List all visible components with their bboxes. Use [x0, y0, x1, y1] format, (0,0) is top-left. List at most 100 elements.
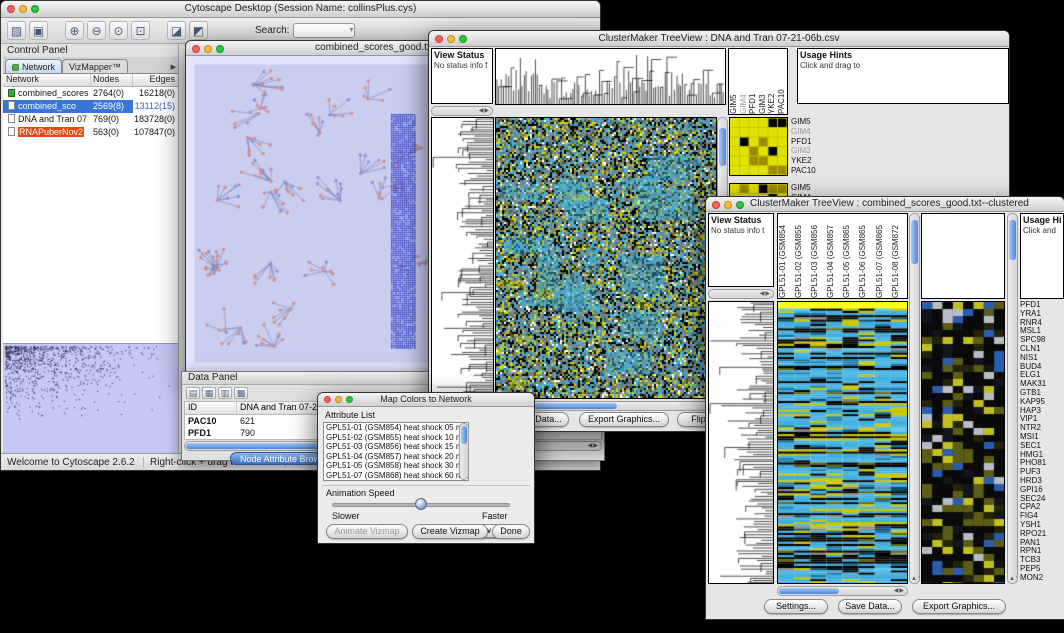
scrollbar-arrows-icon[interactable]: ◀▶: [588, 443, 599, 450]
scrollbar-thumb[interactable]: [779, 588, 839, 594]
vizmapper-icon[interactable]: ◩: [189, 21, 208, 40]
heatmap-panel[interactable]: [777, 301, 908, 584]
column-label[interactable]: GPL51-07 (GSM865: [875, 214, 891, 298]
settings-button[interactable]: Settings...: [764, 599, 828, 614]
slider-thumb[interactable]: [415, 498, 427, 510]
scrollbar-thumb[interactable]: [461, 426, 467, 444]
zoom-button[interactable]: [346, 396, 353, 403]
column-label[interactable]: GPL51-06 (GSM865: [858, 214, 874, 298]
attribute-item[interactable]: GPL51-01 (GSM854) heat shock 05 min: [324, 423, 468, 433]
list-vscrollbar[interactable]: [459, 423, 469, 480]
heatmap-panel[interactable]: [495, 117, 717, 399]
minimize-button[interactable]: [447, 35, 455, 43]
close-button[interactable]: [435, 35, 443, 43]
attribute-item[interactable]: GPL51-05 (GSM858) heat shock 30 min: [324, 461, 468, 471]
heatmap-vscrollbar[interactable]: ▲▼: [909, 213, 920, 584]
gene-label[interactable]: GIM5: [791, 183, 816, 193]
close-button[interactable]: [7, 5, 15, 13]
column-label[interactable]: GPL51-03 (GSM856: [810, 214, 826, 298]
attribute-grid-icon[interactable]: ▦: [202, 387, 216, 399]
zoom-in-icon[interactable]: ⊕: [65, 21, 84, 40]
gene-label[interactable]: PAC10: [791, 166, 816, 176]
column-label[interactable]: YKE2: [767, 49, 777, 114]
attribute-item[interactable]: GPL51-03 (GSM856) heat shock 15 min: [324, 442, 468, 452]
header-id[interactable]: ID: [185, 402, 237, 414]
minimize-button[interactable]: [19, 5, 27, 13]
attribute-list[interactable]: GPL51-01 (GSM854) heat shock 05 minGPL51…: [323, 422, 469, 481]
export-graphics-button[interactable]: Export Graphics...: [912, 599, 1006, 614]
zoom-fit-icon[interactable]: ⊡: [131, 21, 150, 40]
column-label[interactable]: GPL51-02 (GSM855: [794, 214, 810, 298]
attribute-item[interactable]: GPL51-02 (GSM855) heat shock 10 min: [324, 433, 468, 443]
column-label[interactable]: GIM4: [739, 49, 749, 114]
done-button[interactable]: Done: [492, 524, 530, 539]
scrollbar-arrows-icon[interactable]: ▲▼: [1009, 576, 1018, 582]
secondary-heatmap-panel[interactable]: [921, 301, 1005, 584]
save-data-button[interactable]: Save Data...: [838, 599, 902, 614]
network-table-row[interactable]: combined_scores 2764(0) 16218(0): [3, 87, 178, 100]
status-hscrollbar[interactable]: ◀▶: [431, 106, 493, 116]
correlation-matrix-1[interactable]: [729, 117, 788, 176]
dialog-titlebar[interactable]: Map Colors to Network: [318, 393, 534, 407]
tab-network[interactable]: Network: [5, 59, 62, 73]
close-button[interactable]: [192, 45, 200, 53]
attribute-matrix-icon[interactable]: ▥: [218, 387, 232, 399]
gene-label[interactable]: GIM5: [791, 117, 816, 127]
header-network[interactable]: Network: [3, 74, 91, 86]
heatmap-hscrollbar[interactable]: ◀▶: [777, 586, 908, 596]
tab-overflow-arrow-icon[interactable]: ▶: [171, 63, 176, 71]
close-button[interactable]: [324, 396, 331, 403]
column-label[interactable]: GIM5: [729, 49, 739, 114]
secondary-vscrollbar[interactable]: ▲▼: [1007, 213, 1018, 584]
network-table-row[interactable]: RNAPuberNov2 563(0) 107847(0): [3, 126, 178, 139]
gene-label[interactable]: PFD1: [791, 137, 816, 147]
search-input[interactable]: ▾: [293, 23, 355, 38]
scrollbar-thumb[interactable]: [911, 220, 918, 264]
minimize-button[interactable]: [724, 201, 732, 209]
zoom-button[interactable]: [216, 45, 224, 53]
status-hscrollbar[interactable]: ◀▶: [708, 289, 774, 299]
column-label[interactable]: PFD1: [748, 49, 758, 114]
attribute-select-icon[interactable]: ▤: [186, 387, 200, 399]
main-titlebar[interactable]: Cytoscape Desktop (Session Name: collins…: [1, 1, 600, 18]
scrollbar-arrows-icon[interactable]: ◀▶: [760, 291, 771, 298]
zoom-button[interactable]: [31, 5, 39, 13]
gene-label[interactable]: GIM3: [791, 146, 816, 156]
treeview-combined-titlebar[interactable]: ClusterMaker TreeView : combined_scores_…: [706, 197, 1064, 212]
network-table-row[interactable]: combined_sco 2569(8) 13112(15): [3, 100, 178, 113]
animate-vizmap-button[interactable]: Animate Vizmap: [326, 524, 408, 539]
column-dendrogram[interactable]: [495, 48, 726, 105]
header-edges[interactable]: Edges: [133, 74, 178, 86]
row-dendrogram[interactable]: [708, 301, 774, 584]
column-label[interactable]: GPL51-05 (GSM865: [842, 214, 858, 298]
minimize-button[interactable]: [204, 45, 212, 53]
save-session-icon[interactable]: ▣: [29, 21, 48, 40]
scrollbar-thumb[interactable]: [719, 128, 726, 166]
import-attributes-icon[interactable]: ▩: [234, 387, 248, 399]
column-label[interactable]: GPL51-04 (GSM857: [826, 214, 842, 298]
create-vizmap-button[interactable]: Create Vizmap: [412, 524, 488, 539]
export-graphics-button[interactable]: Export Graphics...: [579, 412, 669, 427]
column-label[interactable]: GIM3: [758, 49, 768, 114]
gene-label[interactable]: YKE2: [791, 156, 816, 166]
attribute-item[interactable]: GPL51-07 (GSM868) heat shock 60 min: [324, 471, 468, 481]
annotation-icon[interactable]: ◪: [167, 21, 186, 40]
zoom-selected-icon[interactable]: ⊙: [109, 21, 128, 40]
gene-label[interactable]: MON2: [1020, 574, 1064, 583]
column-label[interactable]: GPL51-08 (GSM872: [891, 214, 907, 298]
scrollbar-arrows-icon[interactable]: ▲▼: [911, 576, 920, 582]
column-label[interactable]: GPL51-01 (GSM854: [778, 214, 794, 298]
row-dendrogram[interactable]: [431, 117, 494, 399]
close-button[interactable]: [712, 201, 720, 209]
minimize-button[interactable]: [335, 396, 342, 403]
scrollbar-thumb[interactable]: [1009, 220, 1016, 260]
attribute-item[interactable]: GPL51-04 (GSM857) heat shock 20 min: [324, 452, 468, 462]
zoom-button[interactable]: [736, 201, 744, 209]
header-nodes[interactable]: Nodes: [91, 74, 133, 86]
scrollbar-arrows-icon[interactable]: ◀▶: [479, 108, 490, 115]
network-overview-thumbnail[interactable]: [3, 343, 178, 453]
zoom-button[interactable]: [459, 35, 467, 43]
tab-vizmapper[interactable]: VizMapper™: [62, 59, 128, 73]
treeview-dna-titlebar[interactable]: ClusterMaker TreeView : DNA and Tran 07-…: [429, 31, 1009, 47]
zoom-out-icon[interactable]: ⊖: [87, 21, 106, 40]
